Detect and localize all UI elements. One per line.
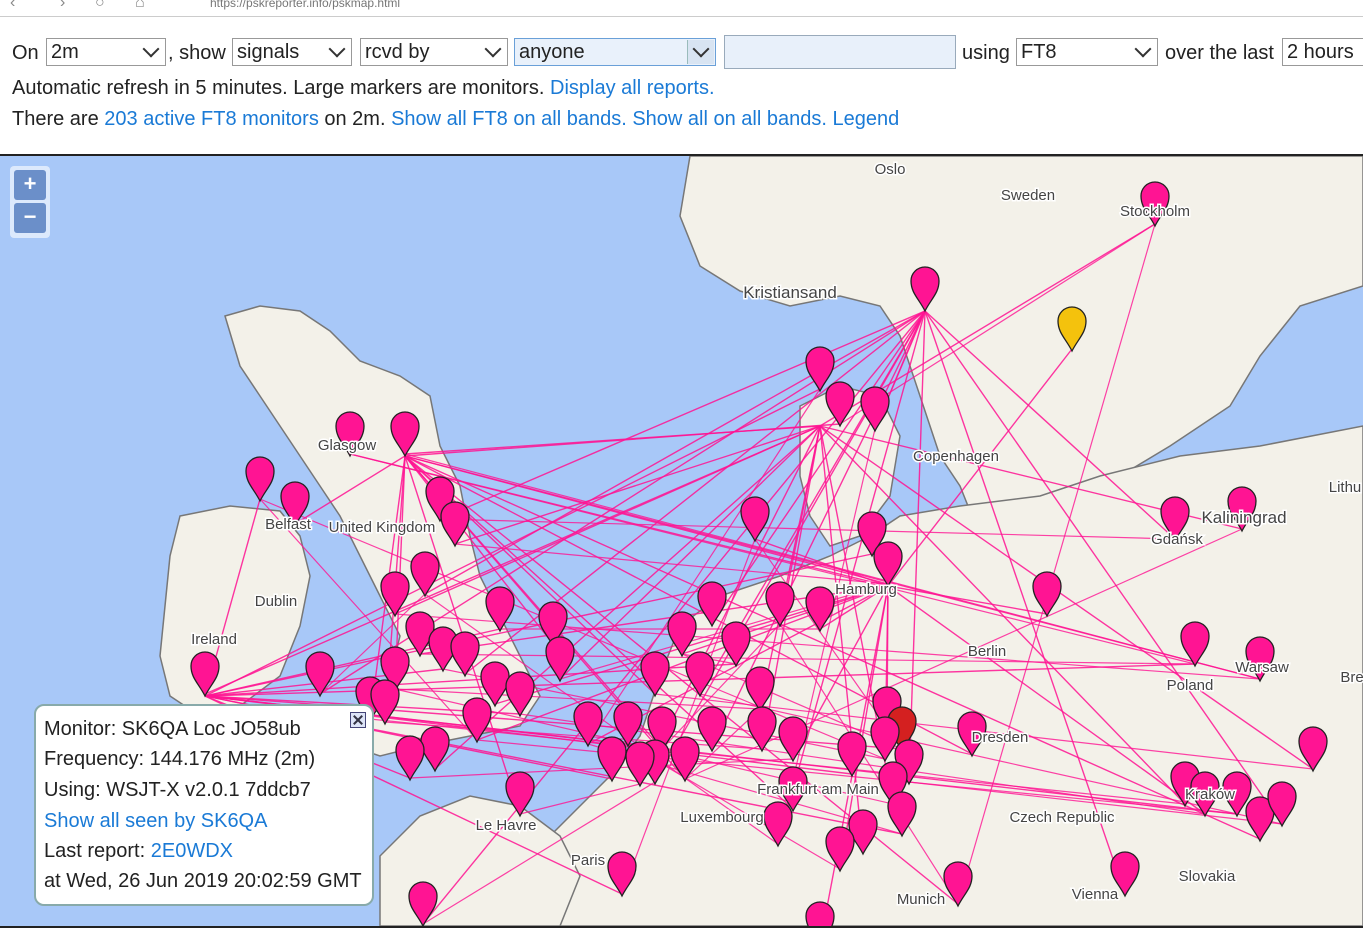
- city-label: Poland: [1167, 677, 1214, 694]
- city-label: Vienna: [1072, 886, 1119, 903]
- using-label: using: [962, 42, 1010, 64]
- city-label: Slovakia: [1179, 868, 1236, 885]
- reload-icon[interactable]: ○: [95, 0, 105, 12]
- zoom-out-button[interactable]: −: [14, 203, 46, 233]
- city-label: Kristiansand: [743, 283, 837, 302]
- report-path: [454, 425, 821, 545]
- city-label: Dublin: [255, 593, 298, 610]
- city-label: Munich: [897, 891, 945, 908]
- city-label: Berlin: [968, 643, 1006, 660]
- show-ft8-all-bands-link[interactable]: Show all FT8 on all bands.: [391, 108, 627, 130]
- address-bar[interactable]: https://pskreporter.info/pskmap.html: [210, 0, 400, 10]
- home-icon[interactable]: ⌂: [135, 0, 145, 12]
- city-label: Paris: [571, 852, 605, 869]
- city-label: Le Havre: [476, 817, 537, 834]
- popup-monitor: Monitor: SK6QA Loc JO58ub: [44, 718, 301, 740]
- filter-controls: On 2m , show signals rcvd by anyone usin…: [12, 35, 1363, 70]
- city-label: Gdańsk: [1151, 531, 1203, 548]
- popup-using: Using: WSJT-X v2.0.1 7ddcb7: [44, 779, 311, 801]
- city-label: Oslo: [875, 161, 906, 178]
- show-all-bands-link[interactable]: Show all on all bands.: [632, 108, 827, 130]
- chevron-down-icon: [484, 40, 502, 58]
- city-label: Warsaw: [1235, 659, 1289, 676]
- period-value: 2 hours: [1287, 41, 1354, 63]
- monitors-line: There are 203 active FT8 monitors on 2m.…: [12, 108, 899, 131]
- forward-icon[interactable]: ›: [60, 0, 65, 12]
- there-are-text: There are: [12, 108, 99, 130]
- over-label: over the last: [1165, 42, 1274, 64]
- display-all-reports-link[interactable]: Display all reports.: [550, 77, 715, 99]
- mode-value: signals: [237, 41, 300, 63]
- zoom-in-button[interactable]: +: [14, 170, 46, 200]
- legend-link[interactable]: Legend: [832, 108, 899, 130]
- chevron-down-icon: [142, 40, 160, 58]
- browser-toolbar: ‹ › ○ ⌂ https://pskreporter.info/pskmap.…: [0, 0, 1363, 17]
- monitor-marker[interactable]: [420, 726, 450, 773]
- popup-time: at Wed, 26 Jun 2019 20:02:59 GMT: [44, 870, 362, 892]
- show-all-seen-link[interactable]: Show all seen by SK6QA: [44, 810, 267, 833]
- band-select[interactable]: 2m: [46, 38, 166, 66]
- city-label: Belfast: [265, 516, 312, 533]
- city-label: Glasgow: [318, 437, 377, 454]
- city-label: Stockholm: [1120, 203, 1190, 220]
- protocol-select[interactable]: FT8: [1016, 38, 1158, 66]
- zoom-control: + −: [10, 166, 50, 238]
- report-path: [404, 425, 821, 455]
- popup-last-report: Last report: 2E0WDX: [44, 840, 233, 863]
- ireland-land: [159, 505, 311, 717]
- on-band-text: on 2m.: [324, 108, 386, 130]
- back-icon[interactable]: ‹: [10, 0, 15, 12]
- chevron-down-icon: [328, 40, 346, 58]
- city-label: United Kingdom: [329, 519, 436, 536]
- who-select[interactable]: anyone: [514, 38, 716, 66]
- city-label: Luxembourg: [680, 809, 763, 826]
- last-report-label: Last report:: [44, 840, 146, 862]
- city-label: Frankfurt am Main: [757, 781, 879, 798]
- protocol-value: FT8: [1021, 41, 1057, 63]
- direction-value: rcvd by: [365, 41, 430, 63]
- city-label: Bre: [1340, 669, 1363, 686]
- who-value: anyone: [519, 41, 585, 63]
- mode-select[interactable]: signals: [232, 38, 352, 66]
- on-label: On: [12, 42, 39, 64]
- show-label: , show: [168, 42, 226, 64]
- city-label: Hamburg: [835, 581, 897, 598]
- city-label: Kaliningrad: [1201, 508, 1286, 527]
- callsign-input[interactable]: [724, 35, 956, 69]
- close-icon[interactable]: [350, 712, 366, 728]
- period-select[interactable]: 2 hours: [1282, 38, 1363, 66]
- chevron-down-icon: [1134, 40, 1152, 58]
- last-report-call-link[interactable]: 2E0WDX: [151, 840, 233, 862]
- band-value: 2m: [51, 41, 79, 63]
- city-label: Dresden: [972, 729, 1029, 746]
- refresh-text: Automatic refresh in 5 minutes. Large ma…: [12, 77, 545, 99]
- monitor-popup: Monitor: SK6QA Loc JO58ub Frequency: 144…: [34, 704, 374, 906]
- city-label: Czech Republic: [1009, 809, 1115, 826]
- city-label: Lithu: [1329, 479, 1362, 496]
- active-monitors-link[interactable]: 203 active FT8 monitors: [104, 108, 319, 130]
- direction-select[interactable]: rcvd by: [360, 38, 508, 66]
- city-label: Ireland: [191, 631, 237, 648]
- refresh-line: Automatic refresh in 5 minutes. Large ma…: [12, 77, 715, 100]
- city-label: Sweden: [1001, 187, 1055, 204]
- monitor-marker[interactable]: [245, 456, 275, 503]
- france-land: [379, 795, 581, 926]
- city-label: Copenhagen: [913, 448, 999, 465]
- monitor-marker[interactable]: [805, 901, 835, 926]
- city-label: Kraków: [1185, 786, 1235, 803]
- popup-frequency: Frequency: 144.176 MHz (2m): [44, 748, 316, 770]
